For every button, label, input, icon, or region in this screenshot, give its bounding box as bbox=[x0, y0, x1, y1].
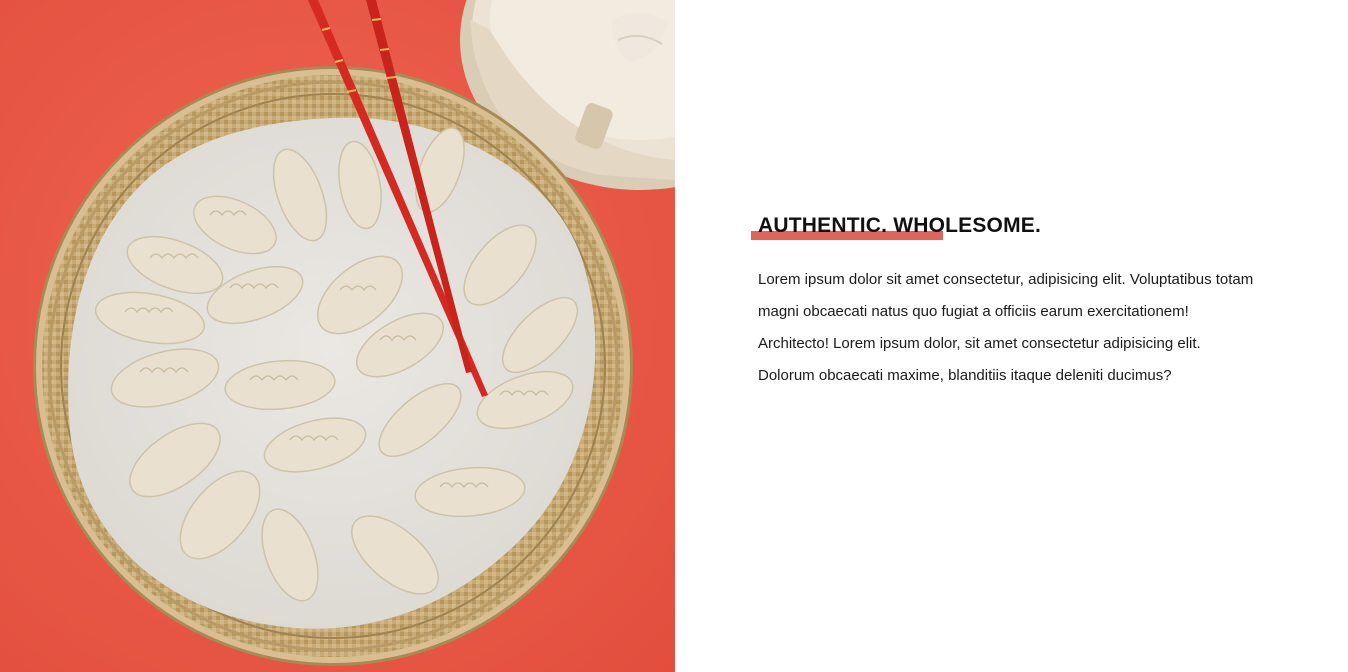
dumplings-photo bbox=[0, 0, 675, 672]
body-line: Architecto! Lorem ipsum dolor, sit amet … bbox=[758, 335, 1201, 352]
section-body: Lorem ipsum dolor sit amet consectetur, … bbox=[758, 264, 1278, 392]
section-heading: AUTHENTIC. WHOLESOME. bbox=[758, 214, 1042, 237]
content-panel: AUTHENTIC. WHOLESOME. Lorem ipsum dolor … bbox=[675, 0, 1348, 672]
body-line: Dolorum obcaecati maxime, blanditiis ita… bbox=[758, 367, 1172, 384]
body-line: Lorem ipsum dolor sit amet consectetur, … bbox=[758, 271, 1254, 288]
text-block: AUTHENTIC. WHOLESOME. Lorem ipsum dolor … bbox=[751, 212, 1278, 392]
body-line: magni obcaecati natus quo fugiat a offic… bbox=[758, 303, 1189, 320]
dumplings-photo-icon bbox=[0, 0, 675, 672]
heading-wrap: AUTHENTIC. WHOLESOME. bbox=[751, 212, 1042, 240]
page: AUTHENTIC. WHOLESOME. Lorem ipsum dolor … bbox=[0, 0, 1348, 672]
